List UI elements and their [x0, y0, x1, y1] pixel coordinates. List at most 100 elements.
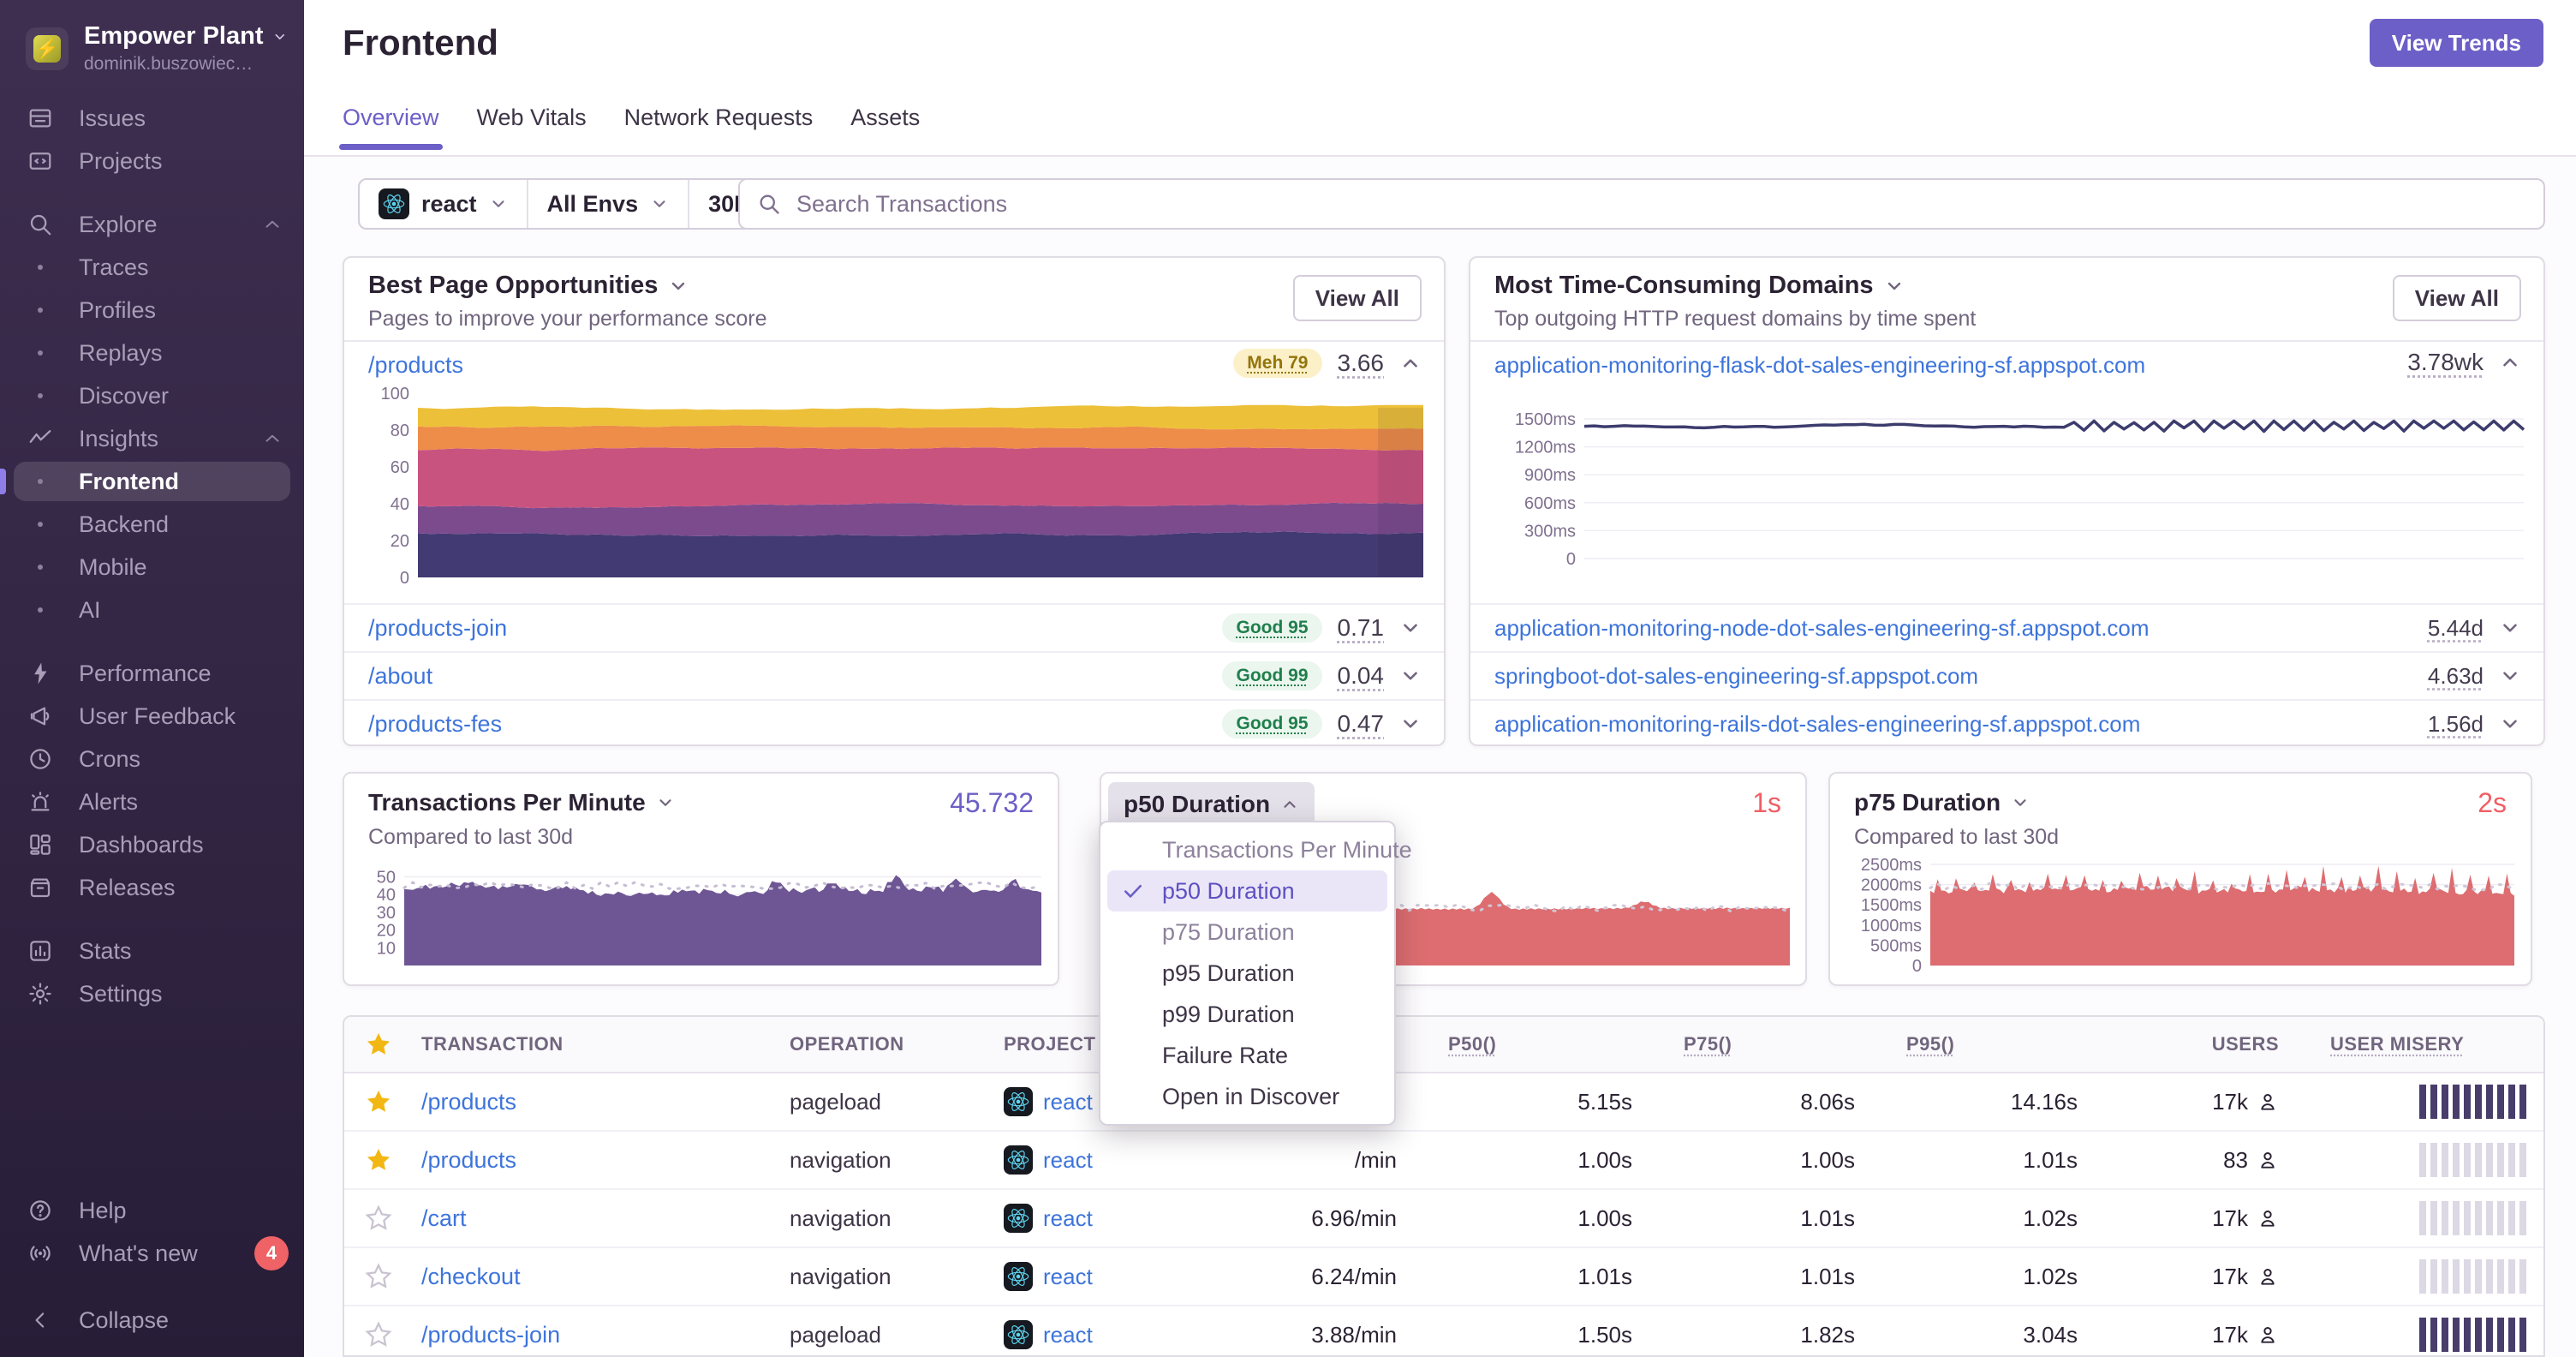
domain-time-value[interactable]: 4.63d [2428, 663, 2484, 690]
col-header-p50[interactable]: P50() [1410, 1033, 1646, 1055]
dropdown-item-open-in-discover[interactable]: Open in Discover [1107, 1076, 1387, 1117]
star-icon[interactable] [364, 1204, 393, 1233]
page-link[interactable]: /about [368, 663, 432, 690]
score-badge[interactable]: Meh 79 [1233, 349, 1322, 378]
dropdown-item-transactions-per-minute[interactable]: Transactions Per Minute [1107, 829, 1412, 870]
col-header-p95[interactable]: P95() [1869, 1033, 2091, 1055]
chevron-up-icon[interactable] [261, 427, 283, 450]
transaction-link[interactable]: /checkout [421, 1264, 521, 1290]
sidebar-item-explore[interactable]: Explore [0, 203, 304, 246]
chevron-down-icon[interactable] [2499, 665, 2521, 687]
domain-link[interactable]: application-monitoring-node-dot-sales-en… [1494, 615, 2150, 642]
col-header-users[interactable]: USERS [2091, 1033, 2293, 1055]
transaction-link[interactable]: /products [421, 1089, 516, 1115]
domain-link[interactable]: springboot-dot-sales-engineering-sf.apps… [1494, 663, 1978, 690]
environment-filter[interactable]: All Envs [528, 180, 690, 228]
score-badge[interactable]: Good 95 [1222, 709, 1322, 738]
project-filter[interactable]: react [360, 180, 528, 228]
domains-title[interactable]: Most Time-Consuming Domains [1494, 272, 1874, 300]
dropdown-item-p75-duration[interactable]: p75 Duration [1107, 912, 1387, 953]
col-header-p75[interactable]: P75() [1646, 1033, 1869, 1055]
domain-time-value[interactable]: 1.56d [2428, 711, 2484, 738]
project-cell[interactable]: react [1004, 1320, 1093, 1349]
chevron-down-icon[interactable] [656, 793, 675, 812]
domain-time-value[interactable]: 5.44d [2428, 615, 2484, 642]
sidebar-item-projects[interactable]: Projects [0, 140, 304, 182]
project-cell[interactable]: react [1004, 1262, 1093, 1291]
star-icon[interactable] [364, 1087, 393, 1116]
search-transactions-input[interactable] [795, 189, 2526, 218]
sidebar-item-issues[interactable]: Issues [0, 97, 304, 140]
p75-card-title[interactable]: p75 Duration [1854, 789, 2001, 816]
col-header-transaction[interactable]: TRANSACTION [413, 1033, 781, 1055]
view-trends-button[interactable]: View Trends [2369, 19, 2543, 67]
chevron-down-icon[interactable] [668, 276, 689, 296]
sidebar-item-ai[interactable]: AI [0, 589, 304, 631]
project-cell[interactable]: react [1004, 1145, 1093, 1175]
dropdown-item-p99-duration[interactable]: p99 Duration [1107, 994, 1387, 1035]
star-icon[interactable] [364, 1320, 393, 1349]
page-link[interactable]: /products [368, 352, 463, 379]
domain-link[interactable]: application-monitoring-flask-dot-sales-e… [1494, 352, 2145, 379]
chevron-up-icon[interactable] [261, 213, 283, 236]
dropdown-item-failure-rate[interactable]: Failure Rate [1107, 1035, 1387, 1076]
project-cell[interactable]: react [1004, 1087, 1093, 1116]
page-link[interactable]: /products-join [368, 615, 507, 642]
chevron-down-icon[interactable] [1399, 665, 1422, 687]
star-icon[interactable] [364, 1145, 393, 1175]
chevron-down-icon[interactable] [2011, 793, 2030, 812]
sidebar-item-performance[interactable]: Performance [0, 652, 304, 695]
opportunity-score[interactable]: 3.66 [1338, 350, 1385, 377]
opportunity-score[interactable]: 0.47 [1338, 710, 1385, 738]
sidebar-item-user-feedback[interactable]: User Feedback [0, 695, 304, 738]
sidebar-item-what-s-new[interactable]: What's new 4 [0, 1232, 304, 1275]
score-badge[interactable]: Good 99 [1222, 661, 1322, 690]
domain-time-value[interactable]: 3.78wk [2407, 349, 2484, 376]
sidebar-item-stats[interactable]: Stats [0, 930, 304, 972]
tab-network-requests[interactable]: Network Requests [624, 105, 814, 150]
opportunity-score[interactable]: 0.04 [1338, 662, 1385, 690]
sidebar-item-alerts[interactable]: Alerts [0, 780, 304, 823]
tab-overview[interactable]: Overview [339, 105, 443, 150]
sidebar-item-releases[interactable]: Releases [0, 866, 304, 909]
tab-assets[interactable]: Assets [850, 105, 920, 150]
tab-web-vitals[interactable]: Web Vitals [477, 105, 587, 150]
chevron-down-icon[interactable] [1399, 617, 1422, 639]
sidebar-item-discover[interactable]: Discover [0, 374, 304, 417]
tpm-card-title[interactable]: Transactions Per Minute [368, 789, 646, 816]
domain-link[interactable]: application-monitoring-rails-dot-sales-e… [1494, 711, 2140, 738]
domains-view-all-button[interactable]: View All [2392, 275, 2521, 321]
dropdown-item-p50-duration[interactable]: p50 Duration [1107, 870, 1387, 912]
best-pages-view-all-button[interactable]: View All [1292, 275, 1422, 321]
sidebar-item-insights[interactable]: Insights [0, 417, 304, 460]
star-icon[interactable] [364, 1262, 393, 1291]
score-badge[interactable]: Good 95 [1222, 613, 1322, 643]
page-link[interactable]: /products-fes [368, 711, 502, 738]
org-switcher[interactable]: ⚡ Empower Plant dominik.buszowiec… [0, 0, 304, 83]
sidebar-item-frontend[interactable]: Frontend [0, 460, 304, 503]
chevron-down-icon[interactable] [1884, 276, 1905, 296]
sidebar-item-traces[interactable]: Traces [0, 246, 304, 289]
sidebar-item-help[interactable]: Help [0, 1189, 304, 1232]
transaction-link[interactable]: /cart [421, 1205, 467, 1232]
sidebar-item-backend[interactable]: Backend [0, 503, 304, 546]
sidebar-item-collapse[interactable]: Collapse [0, 1299, 304, 1342]
star-icon[interactable] [364, 1030, 393, 1059]
sidebar-item-profiles[interactable]: Profiles [0, 289, 304, 332]
chevron-up-icon[interactable] [2499, 351, 2521, 374]
dropdown-item-p95-duration[interactable]: p95 Duration [1107, 953, 1387, 994]
sidebar-item-crons[interactable]: Crons [0, 738, 304, 780]
sidebar-item-dashboards[interactable]: Dashboards [0, 823, 304, 866]
col-header-user-misery[interactable]: USER MISERY [2293, 1033, 2543, 1055]
chevron-down-icon[interactable] [1399, 713, 1422, 735]
sidebar-item-replays[interactable]: Replays [0, 332, 304, 374]
col-header-operation[interactable]: OPERATION [781, 1033, 995, 1055]
sidebar-item-settings[interactable]: Settings [0, 972, 304, 1015]
opportunity-score[interactable]: 0.71 [1338, 614, 1385, 642]
chevron-down-icon[interactable] [2499, 617, 2521, 639]
chevron-up-icon[interactable] [1399, 352, 1422, 374]
best-pages-title[interactable]: Best Page Opportunities [368, 272, 658, 300]
project-cell[interactable]: react [1004, 1204, 1093, 1233]
sidebar-item-mobile[interactable]: Mobile [0, 546, 304, 589]
chevron-down-icon[interactable] [2499, 713, 2521, 735]
